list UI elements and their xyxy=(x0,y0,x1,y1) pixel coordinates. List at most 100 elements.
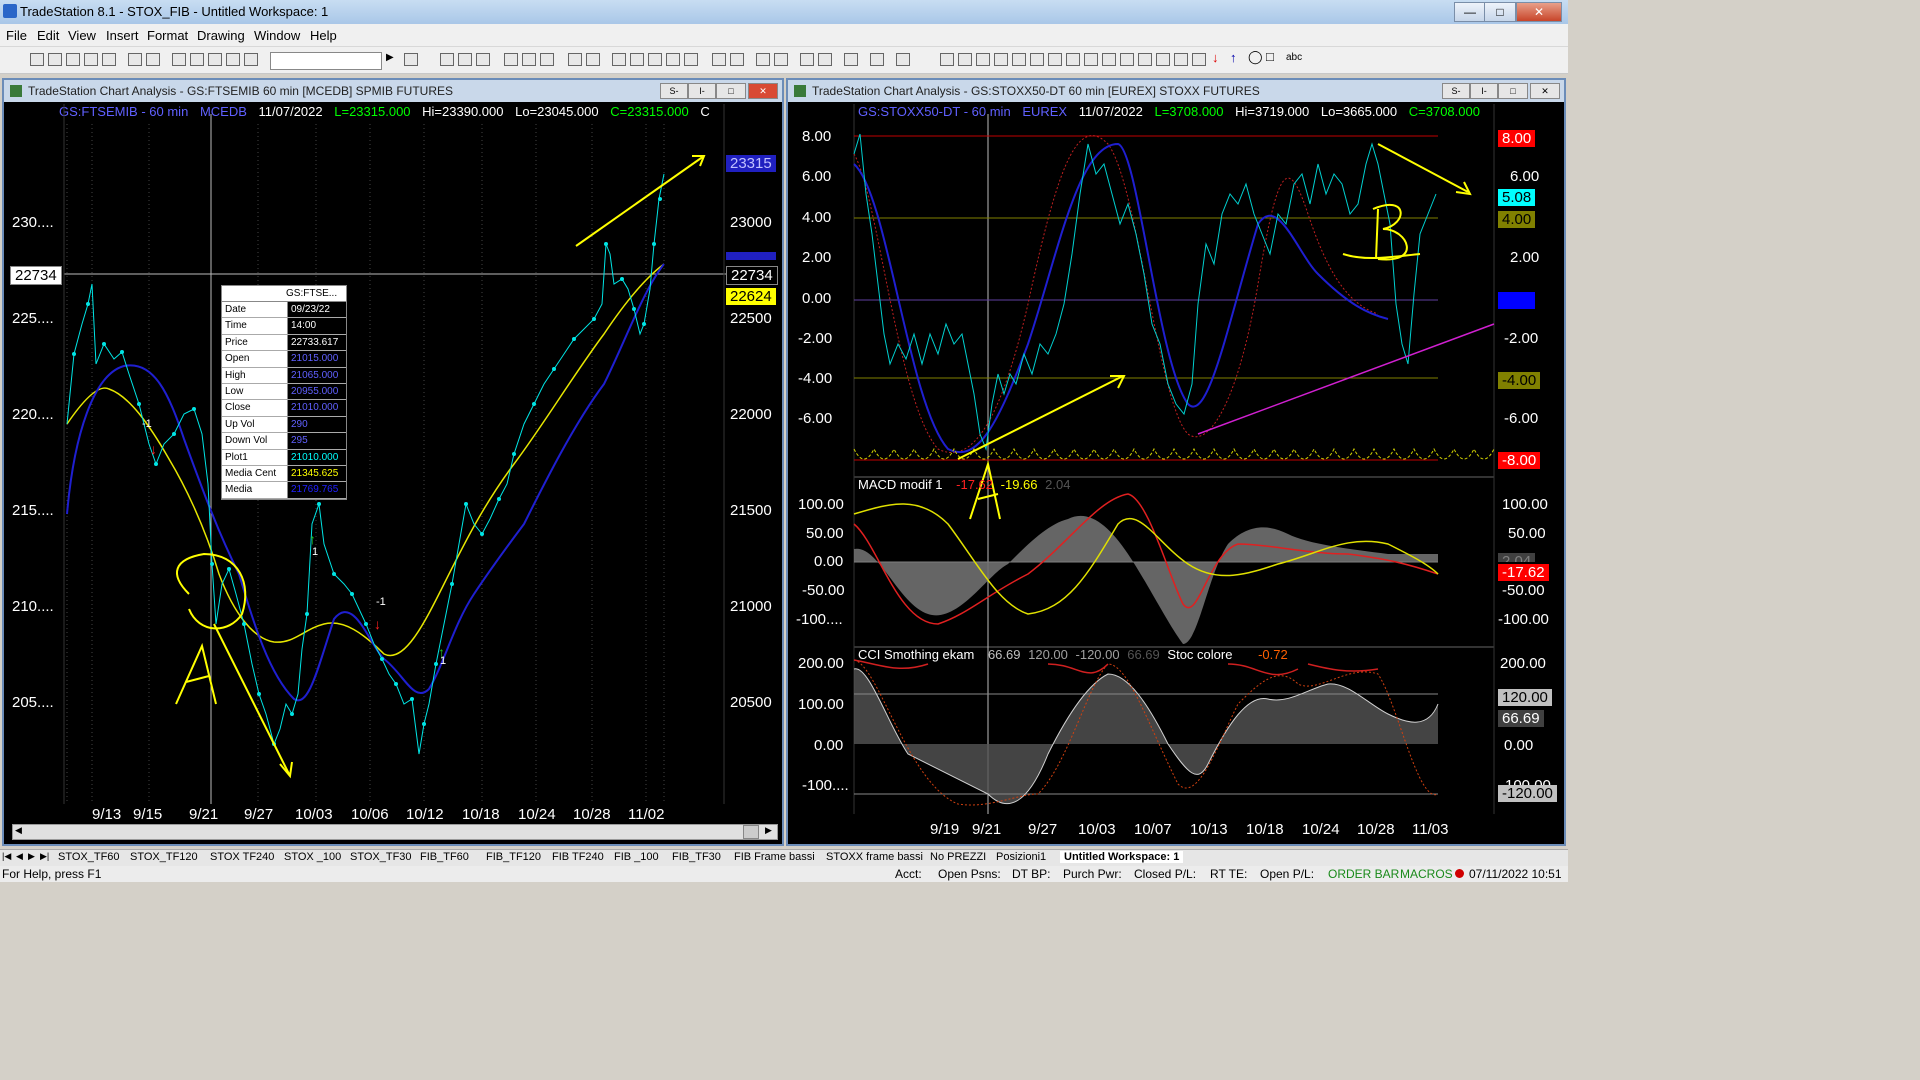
fib-icon[interactable] xyxy=(994,53,1008,66)
sheet-tab[interactable]: FIB _100 xyxy=(614,851,659,863)
order-icon[interactable] xyxy=(870,53,884,66)
sheet-tab[interactable]: STOX_TF60 xyxy=(58,851,120,863)
menu-window[interactable]: Window xyxy=(254,28,300,43)
lock-icon[interactable] xyxy=(208,53,222,66)
save-all-icon[interactable] xyxy=(84,53,98,66)
apps-icon[interactable] xyxy=(244,53,258,66)
horizontal-scrollbar[interactable]: ◀ ▶ xyxy=(12,824,778,840)
chart-window-ftsemib[interactable]: TradeStation Chart Analysis - GS:FTSEMIB… xyxy=(2,78,784,846)
zoom-in-icon[interactable] xyxy=(756,53,770,66)
scroll-left-icon[interactable]: ◀ xyxy=(15,825,22,836)
chart-maximize-button[interactable]: □ xyxy=(716,83,746,99)
hline-icon[interactable] xyxy=(958,53,972,66)
arrow-up-icon[interactable]: ↑ xyxy=(1230,50,1237,65)
channel-icon[interactable] xyxy=(976,53,990,66)
gann-icon[interactable] xyxy=(1030,53,1044,66)
save-icon[interactable] xyxy=(66,53,80,66)
arrow-down-icon[interactable]: ↓ xyxy=(1212,50,1219,65)
strategy-icon[interactable] xyxy=(612,53,626,66)
trendline-icon[interactable] xyxy=(940,53,954,66)
scroll-right-icon[interactable]: ▶ xyxy=(765,825,772,836)
radar-icon[interactable] xyxy=(504,53,518,66)
sheet-tab[interactable]: STOX_TF120 xyxy=(130,851,198,863)
shape-icon[interactable] xyxy=(1156,53,1170,66)
arrow-h-icon[interactable] xyxy=(1102,53,1116,66)
tab-last-icon[interactable]: ▶| xyxy=(40,851,49,862)
sheet-tab[interactable]: STOX _100 xyxy=(284,851,341,863)
chart-close-button[interactable]: ✕ xyxy=(748,83,778,99)
chart-close-button[interactable]: ✕ xyxy=(1530,83,1560,99)
news-icon[interactable] xyxy=(586,53,600,66)
find-icon[interactable] xyxy=(404,53,418,66)
open-icon[interactable] xyxy=(48,53,62,66)
wrench-icon[interactable] xyxy=(844,53,858,66)
menu-help[interactable]: Help xyxy=(310,28,337,43)
menu-view[interactable]: View xyxy=(68,28,96,43)
window2-icon[interactable] xyxy=(190,53,204,66)
sheet-tab[interactable]: STOX TF240 xyxy=(210,851,274,863)
oscillator-chart-svg[interactable] xyxy=(788,104,1564,826)
menu-file[interactable]: File xyxy=(6,28,27,43)
andrews-icon[interactable] xyxy=(1138,53,1152,66)
sheet-tab[interactable]: Posizioni1 xyxy=(996,851,1046,863)
vline-icon[interactable] xyxy=(1084,53,1098,66)
abc-text-icon[interactable]: abc xyxy=(1286,52,1302,63)
options-icon[interactable] xyxy=(540,53,554,66)
symbol-dropdown[interactable] xyxy=(270,52,382,70)
grid-icon[interactable] xyxy=(458,53,472,66)
rectangle-icon[interactable]: □ xyxy=(1266,49,1274,64)
zoom-out-icon[interactable] xyxy=(774,53,788,66)
symbol-link-button[interactable]: S- xyxy=(1442,83,1470,99)
candles-icon[interactable] xyxy=(666,53,680,66)
sheet-tab[interactable]: FIB TF240 xyxy=(552,851,604,863)
cycle-icon[interactable] xyxy=(1066,53,1080,66)
tab-prev-icon[interactable]: ◀ xyxy=(16,851,23,862)
cross-icon[interactable] xyxy=(818,53,832,66)
window-icon[interactable] xyxy=(172,53,186,66)
bars-icon[interactable] xyxy=(684,53,698,66)
brush-icon[interactable] xyxy=(1192,53,1206,66)
chart-window-stoxx50[interactable]: TradeStation Chart Analysis - GS:STOXX50… xyxy=(786,78,1566,846)
tab-next-icon[interactable]: ▶ xyxy=(28,851,35,862)
menu-format[interactable]: Format xyxy=(147,28,188,43)
price-chart-svg[interactable]: ↓ ↑ ↓ ↑ xyxy=(4,104,782,816)
menu-edit[interactable]: Edit xyxy=(37,28,59,43)
minimize-button[interactable]: — xyxy=(1454,2,1486,22)
speed-icon[interactable] xyxy=(1048,53,1062,66)
chart-icon[interactable] xyxy=(440,53,454,66)
regression-icon[interactable] xyxy=(1120,53,1134,66)
bar-chart-icon[interactable] xyxy=(648,53,662,66)
scroll-thumb[interactable] xyxy=(743,825,759,839)
sheet-tab[interactable]: FIB_TF60 xyxy=(420,851,469,863)
arc-icon[interactable] xyxy=(1012,53,1026,66)
new-icon[interactable] xyxy=(30,53,44,66)
interval-link-button[interactable]: I- xyxy=(1470,83,1498,99)
menu-insert[interactable]: Insert xyxy=(106,28,139,43)
script-icon[interactable] xyxy=(630,53,644,66)
order-bar-button[interactable]: ORDER BAR xyxy=(1328,867,1399,881)
matrix-icon[interactable] xyxy=(568,53,582,66)
pencil-icon[interactable] xyxy=(1174,53,1188,66)
zoom-y-icon[interactable] xyxy=(730,53,744,66)
sheet-tab[interactable]: FIB_TF120 xyxy=(486,851,541,863)
close-button[interactable]: ✕ xyxy=(1516,2,1562,22)
text-icon[interactable] xyxy=(896,53,910,66)
tools-icon[interactable] xyxy=(226,53,240,66)
sheet-tab[interactable]: No PREZZI xyxy=(930,851,986,863)
ellipse-icon[interactable]: ◯ xyxy=(1248,49,1263,65)
scan-icon[interactable] xyxy=(522,53,536,66)
maximize-button[interactable]: □ xyxy=(1484,2,1516,22)
copy-icon[interactable] xyxy=(102,53,116,66)
sheet-tab[interactable]: Untitled Workspace: 1 xyxy=(1060,851,1184,863)
zoom-x-icon[interactable] xyxy=(712,53,726,66)
print-icon[interactable] xyxy=(128,53,142,66)
sheet-tab[interactable]: FIB Frame bassi xyxy=(734,851,815,863)
tab-first-icon[interactable]: |◀ xyxy=(2,851,11,862)
pointer-icon[interactable] xyxy=(800,53,814,66)
chart-restore-button[interactable]: □ xyxy=(1498,83,1528,99)
interval-link-button[interactable]: I- xyxy=(688,83,716,99)
sheet-tab[interactable]: FIB_TF30 xyxy=(672,851,721,863)
play-icon[interactable]: ▶ xyxy=(386,52,394,63)
sheet-tab[interactable]: STOX_TF30 xyxy=(350,851,412,863)
macros-button[interactable]: MACROS xyxy=(1400,867,1453,881)
